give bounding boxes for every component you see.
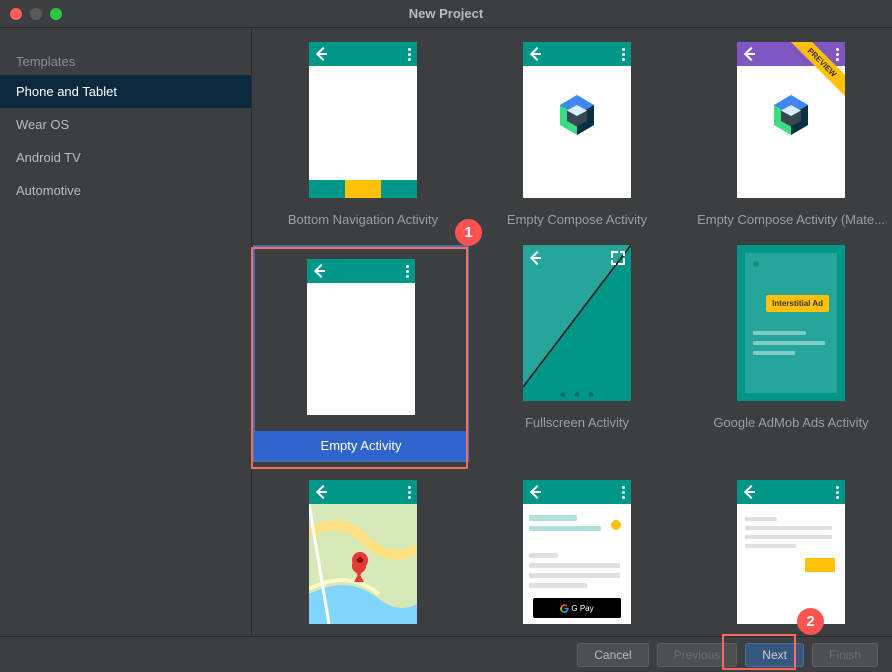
- template-thumbnail: [309, 480, 417, 624]
- back-arrow-icon: [743, 485, 757, 499]
- sidebar-item-automotive[interactable]: Automotive: [0, 174, 251, 207]
- action-chip-icon: [805, 558, 835, 572]
- sidebar-heading: Templates: [0, 48, 251, 75]
- interstitial-ad-chip: Interstitial Ad: [766, 295, 829, 312]
- back-arrow-icon: [315, 485, 329, 499]
- window-controls: [10, 8, 62, 20]
- zoom-window-button[interactable]: [50, 8, 62, 20]
- finish-button: Finish: [812, 643, 878, 667]
- template-fullscreen[interactable]: Fullscreen Activity: [472, 245, 682, 462]
- more-icon: [836, 486, 839, 499]
- template-thumbnail: [307, 259, 415, 415]
- preview-badge: [785, 42, 845, 102]
- sidebar-item-wear-os[interactable]: Wear OS: [0, 108, 251, 141]
- cancel-button[interactable]: Cancel: [577, 643, 648, 667]
- more-icon: [406, 265, 409, 278]
- dialog-footer: Cancel Previous Next Finish: [0, 636, 892, 672]
- template-admob[interactable]: Interstitial Ad Google AdMob Ads Activit…: [686, 245, 892, 462]
- template-thumbnail: Interstitial Ad: [737, 245, 845, 401]
- titlebar: New Project: [0, 0, 892, 28]
- template-empty-activity[interactable]: Empty Activity: [258, 245, 468, 462]
- back-arrow-icon: [529, 485, 543, 499]
- google-pay-button: G Pay: [533, 598, 621, 618]
- template-label: Empty Compose Activity: [477, 212, 677, 227]
- templates-panel: Bottom Navigation Activity Empty Compose…: [252, 28, 892, 636]
- next-button[interactable]: Next: [745, 643, 804, 667]
- back-arrow-icon: [529, 251, 543, 265]
- fullscreen-icon: [611, 251, 625, 265]
- close-window-button[interactable]: [10, 8, 22, 20]
- sidebar-item-android-tv[interactable]: Android TV: [0, 141, 251, 174]
- template-label: Google AdMob Ads Activity: [691, 415, 891, 430]
- sidebar-item-phone-tablet[interactable]: Phone and Tablet: [0, 75, 251, 108]
- template-google-pay[interactable]: G Pay: [472, 480, 682, 624]
- template-thumbnail: [523, 245, 631, 401]
- template-label: Empty Compose Activity (Mate...: [691, 212, 891, 227]
- minimize-window-button[interactable]: [30, 8, 42, 20]
- map-pin-icon: [352, 552, 368, 579]
- annotation-marker-1: 1: [455, 219, 482, 246]
- template-label: Bottom Navigation Activity: [263, 212, 463, 227]
- template-thumbnail: [737, 42, 845, 198]
- star-badge-icon: [611, 520, 621, 530]
- back-arrow-icon: [315, 47, 329, 61]
- more-icon: [408, 48, 411, 61]
- template-empty-compose-material[interactable]: Empty Compose Activity (Mate...: [686, 42, 892, 227]
- compose-logo-icon: [557, 93, 597, 142]
- more-icon: [408, 486, 411, 499]
- template-bottom-navigation[interactable]: Bottom Navigation Activity: [258, 42, 468, 227]
- back-arrow-icon: [743, 47, 757, 61]
- window-title: New Project: [409, 6, 483, 21]
- template-label: Fullscreen Activity: [477, 415, 677, 430]
- template-maps[interactable]: [258, 480, 468, 624]
- more-icon: [622, 486, 625, 499]
- template-thumbnail: [309, 42, 417, 198]
- more-icon: [622, 48, 625, 61]
- previous-button: Previous: [657, 643, 738, 667]
- templates-sidebar: Templates Phone and Tablet Wear OS Andro…: [0, 28, 252, 636]
- template-label: Empty Activity: [255, 431, 467, 460]
- template-empty-compose[interactable]: Empty Compose Activity: [472, 42, 682, 227]
- template-thumbnail: [523, 42, 631, 198]
- template-thumbnail: [737, 480, 845, 624]
- annotation-marker-2: 2: [797, 608, 824, 635]
- selected-template-card: Empty Activity: [253, 245, 469, 462]
- back-arrow-icon: [529, 47, 543, 61]
- template-basic-views[interactable]: [686, 480, 892, 624]
- template-thumbnail: G Pay: [523, 480, 631, 624]
- back-arrow-icon: [313, 264, 327, 278]
